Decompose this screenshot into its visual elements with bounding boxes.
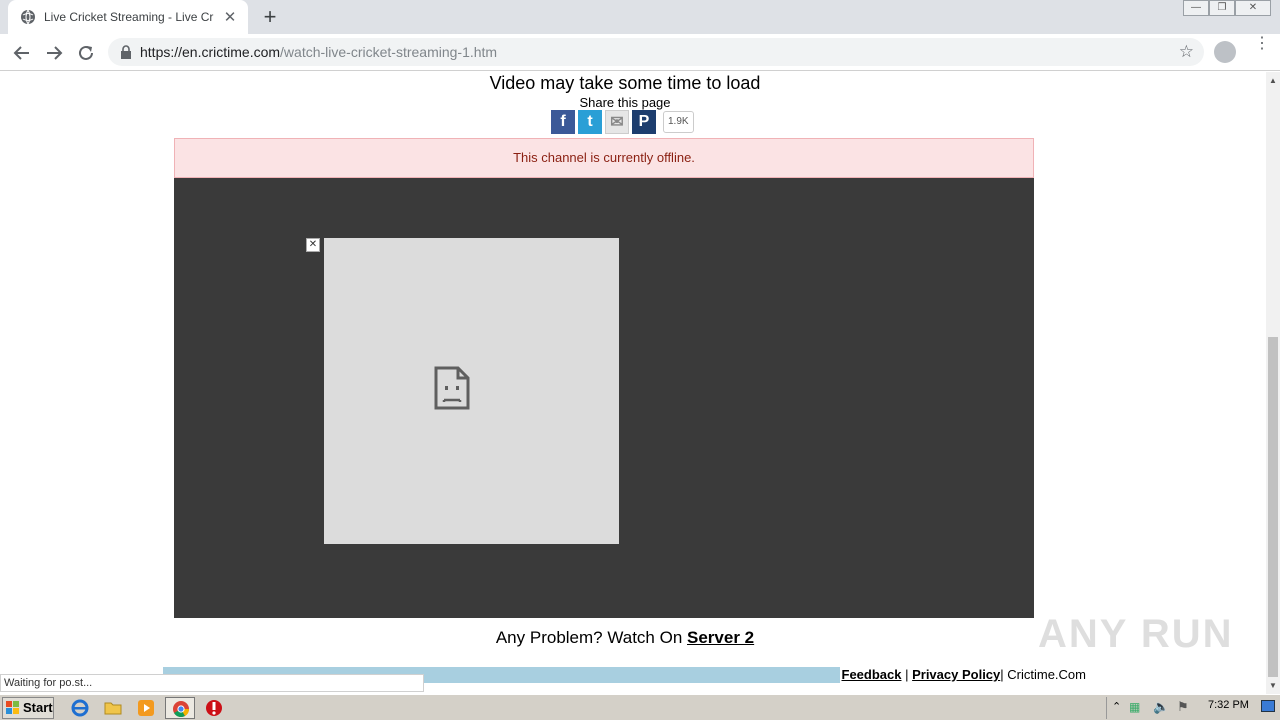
address-bar[interactable]: https://en.crictime.com/watch-live-crick… [108, 38, 1204, 66]
footer-links: Feedback | Privacy Policy| Crictime.Com [839, 667, 1086, 683]
facebook-share-icon[interactable]: f [551, 110, 575, 134]
new-tab-button[interactable]: + [256, 4, 284, 30]
browser-tab[interactable]: Live Cricket Streaming - Live Cricket ✕ [8, 0, 248, 34]
browser-toolbar: https://en.crictime.com/watch-live-crick… [0, 34, 1280, 71]
folder-icon[interactable] [103, 698, 123, 718]
share-label: Share this page [579, 95, 671, 110]
privacy-policy-link[interactable]: Privacy Policy [912, 667, 1000, 682]
status-bubble: Waiting for po.st... [0, 674, 424, 692]
taskbar-clock: 7:32 PM [1208, 699, 1249, 711]
media-player-icon[interactable] [136, 698, 156, 718]
video-player[interactable]: ✕ [174, 178, 1034, 618]
problem-text: Any Problem? Watch On [495, 628, 688, 647]
anyrun-watermark: ANY RUN [1038, 612, 1234, 656]
opera-icon[interactable] [204, 698, 224, 718]
url-domain: https://en.crictime.com [140, 44, 281, 60]
footer-separator: | [901, 667, 913, 682]
server-2-link[interactable]: Server 2 [687, 628, 754, 647]
url-path: /watch-live-cricket-streaming-1.htm [280, 44, 498, 60]
page-scrollbar[interactable]: ▲ ▼ [1266, 72, 1280, 694]
start-button[interactable]: Start [2, 697, 54, 719]
page-viewport: Video may take some time to load Share t… [0, 72, 1266, 694]
share-count: 1.9K [663, 111, 694, 133]
volume-icon[interactable]: 🔈 [1153, 699, 1169, 715]
tab-strip: Live Cricket Streaming - Live Cricket ✕ … [0, 0, 1280, 34]
scroll-down-icon[interactable]: ▼ [1269, 681, 1277, 690]
page-heading: Video may take some time to load [489, 73, 761, 93]
tab-title: Live Cricket Streaming - Live Cricket [44, 10, 214, 24]
reload-icon[interactable] [73, 40, 99, 66]
ad-close-icon[interactable]: ✕ [306, 238, 320, 252]
tab-close-icon[interactable]: ✕ [222, 8, 238, 26]
sad-page-icon [434, 366, 470, 410]
show-desktop-icon[interactable] [1261, 700, 1275, 712]
bookmark-star-icon[interactable]: ☆ [1179, 42, 1194, 62]
browser-menu-icon[interactable]: ⋮ [1254, 36, 1270, 52]
restore-button[interactable]: ❐ [1209, 0, 1235, 16]
lock-icon [121, 45, 131, 59]
url-text: https://en.crictime.com/watch-live-crick… [140, 44, 497, 60]
windows-taskbar: Start ⌃ ▦ 🔈 ⚑ 7:32 PM [0, 694, 1280, 720]
profile-avatar[interactable] [1214, 41, 1236, 63]
email-share-icon[interactable]: ✉ [605, 110, 629, 134]
system-tray: ⌃ ▦ 🔈 ⚑ [1106, 697, 1280, 719]
chrome-taskbar-button[interactable] [165, 697, 195, 719]
feedback-link[interactable]: Feedback [842, 667, 902, 682]
globe-icon [21, 9, 35, 25]
share-buttons: f t ✉ P 1.9K [551, 109, 694, 135]
forward-arrow-icon[interactable] [41, 40, 67, 66]
scroll-up-icon[interactable]: ▲ [1269, 76, 1277, 85]
chrome-icon [173, 701, 190, 718]
scrollbar-thumb[interactable] [1268, 337, 1278, 677]
start-label: Start [23, 700, 53, 715]
tray-expand-icon[interactable]: ⌃ [1112, 700, 1121, 713]
network-icon[interactable]: ▦ [1129, 700, 1140, 714]
footer-site-name: Crictime.Com [1007, 667, 1086, 682]
action-center-flag-icon[interactable]: ⚑ [1177, 699, 1189, 715]
ad-frame[interactable] [324, 238, 619, 544]
internet-explorer-icon[interactable] [70, 698, 90, 718]
close-window-button[interactable]: ✕ [1235, 0, 1271, 16]
offline-message: This channel is currently offline. [174, 138, 1034, 178]
back-arrow-icon[interactable] [9, 40, 35, 66]
windows-flag-icon [6, 701, 19, 714]
minimize-button[interactable]: — [1183, 0, 1209, 16]
pinterest-share-icon[interactable]: P [632, 110, 656, 134]
twitter-share-icon[interactable]: t [578, 110, 602, 134]
